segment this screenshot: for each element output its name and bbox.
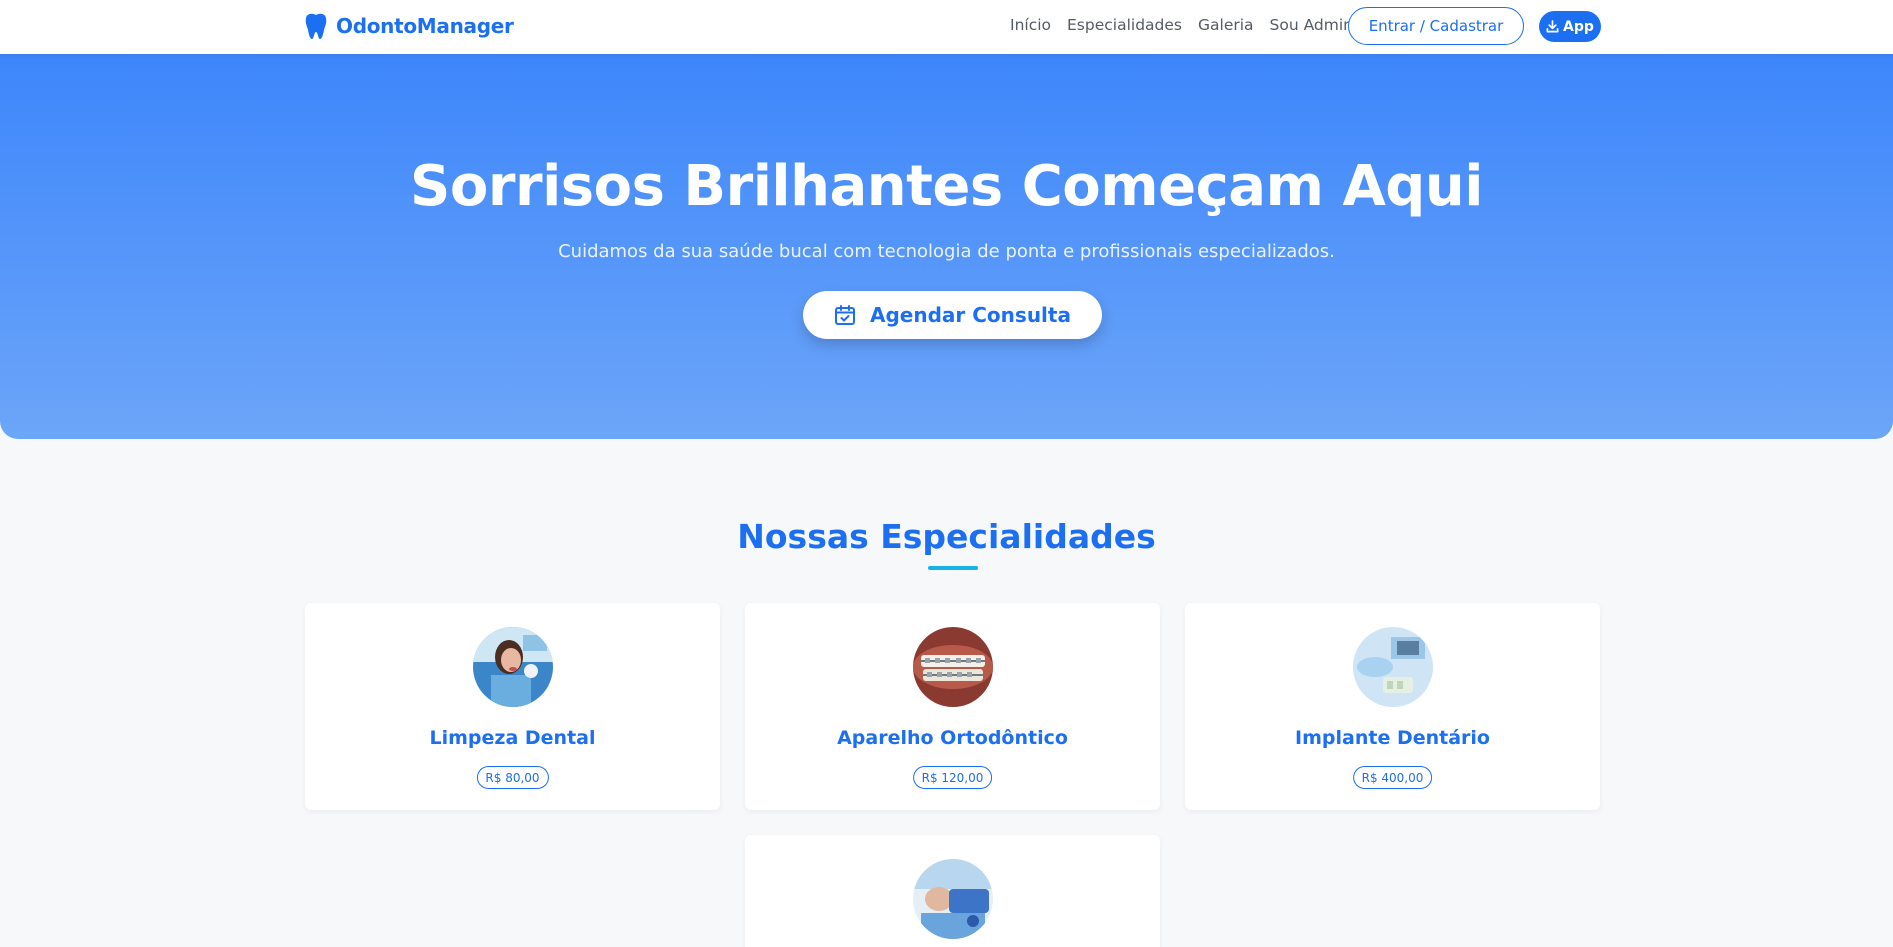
- hero-title: Sorrisos Brilhantes Começam Aqui: [410, 154, 1483, 219]
- specialty-price-badge: R$ 400,00: [1352, 766, 1433, 789]
- specialty-price-badge: R$ 80,00: [476, 766, 549, 789]
- specialty-image-limpeza: [473, 627, 553, 707]
- hero-section: Sorrisos Brilhantes Começam Aqui Cuidamo…: [0, 54, 1893, 439]
- download-icon: [1546, 20, 1559, 33]
- nav-link-especialidades[interactable]: Especialidades: [1067, 16, 1182, 34]
- nav-link-inicio[interactable]: Início: [1010, 16, 1051, 34]
- brand-name: OdontoManager: [336, 14, 514, 38]
- calendar-check-icon: [835, 305, 856, 325]
- specialty-card-implante[interactable]: Implante Dentário R$ 400,00: [1185, 603, 1600, 810]
- specialty-image-implante: [1353, 627, 1433, 707]
- schedule-appointment-button[interactable]: Agendar Consulta: [803, 291, 1102, 339]
- nav-link-galeria[interactable]: Galeria: [1198, 16, 1254, 34]
- app-button-label: App: [1563, 18, 1594, 35]
- navbar: OdontoManager Início Especialidades Gale…: [0, 0, 1893, 54]
- specialty-name: Implante Dentário: [1295, 727, 1490, 749]
- specialty-image-aparelho: [913, 627, 993, 707]
- hero-subtitle: Cuidamos da sua saúde bucal com tecnolog…: [558, 241, 1335, 262]
- nav-link-sou-admin[interactable]: Sou Admin: [1270, 16, 1353, 34]
- specialty-image-4: [913, 859, 993, 939]
- specialty-name: Aparelho Ortodôntico: [837, 727, 1068, 749]
- brand-logo-link[interactable]: OdontoManager: [304, 12, 514, 40]
- nav-links: Início Especialidades Galeria Sou Admin: [1010, 16, 1353, 34]
- app-download-button[interactable]: App: [1539, 11, 1601, 42]
- specialty-price-badge: R$ 120,00: [912, 766, 993, 789]
- schedule-button-label: Agendar Consulta: [870, 303, 1071, 327]
- section-title-underline: [928, 566, 978, 570]
- specialty-card-limpeza[interactable]: Limpeza Dental R$ 80,00: [305, 603, 720, 810]
- login-register-button[interactable]: Entrar / Cadastrar: [1348, 7, 1524, 45]
- specialties-title: Nossas Especialidades: [737, 517, 1156, 556]
- tooth-icon: [305, 13, 327, 39]
- specialty-name: Limpeza Dental: [429, 727, 596, 749]
- specialty-card-4[interactable]: [745, 835, 1160, 947]
- specialty-card-aparelho[interactable]: Aparelho Ortodôntico R$ 120,00: [745, 603, 1160, 810]
